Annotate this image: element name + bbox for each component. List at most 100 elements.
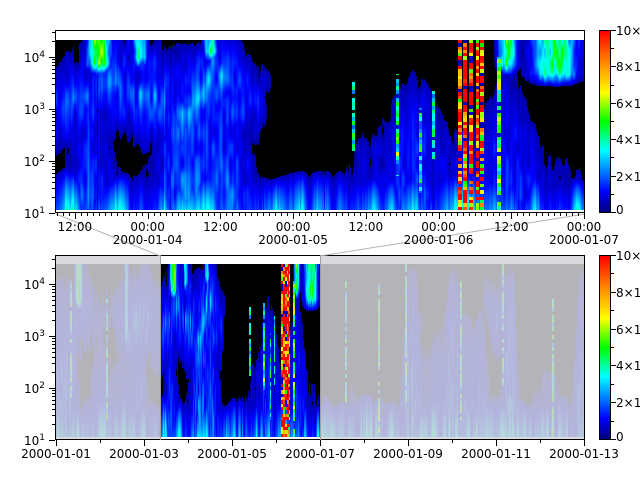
x-minor-tick xyxy=(469,213,470,216)
colorbar-tick-label: 4×107 xyxy=(616,131,640,147)
y-minor-tick xyxy=(52,166,55,167)
y-minor-tick xyxy=(52,78,55,79)
x-minor-tick xyxy=(342,213,343,216)
y-tick-label: 103 xyxy=(11,101,45,117)
x-minor-tick xyxy=(184,213,185,216)
y-minor-tick xyxy=(52,292,55,293)
y-minor-tick xyxy=(52,363,55,364)
y-tick-label: 103 xyxy=(11,328,45,344)
y-minor-tick xyxy=(52,84,55,85)
y-major-tick xyxy=(49,336,55,337)
colorbar-top xyxy=(599,30,611,213)
y-minor-tick xyxy=(52,424,55,425)
y-minor-tick xyxy=(52,173,55,174)
y-tick-label: 104 xyxy=(11,276,45,292)
y-tick-label: 104 xyxy=(11,49,45,65)
x-minor-tick xyxy=(311,213,312,216)
x-minor-tick xyxy=(487,213,488,216)
x-minor-tick xyxy=(548,213,549,216)
x-minor-tick xyxy=(517,213,518,216)
x-tick-label: 2000-01-07 xyxy=(275,448,365,461)
fade-overlay-right xyxy=(320,256,584,439)
x-minor-tick xyxy=(275,213,276,216)
x-minor-tick xyxy=(523,213,524,216)
y-major-tick xyxy=(49,284,55,285)
x-minor-tick xyxy=(364,440,365,443)
y-major-tick xyxy=(49,57,55,58)
x-minor-tick xyxy=(226,213,227,216)
x-minor-tick xyxy=(475,213,476,216)
x-minor-tick xyxy=(263,213,264,216)
x-tick-label: 00:002000-01-07 xyxy=(539,221,629,247)
x-major-tick xyxy=(232,440,233,446)
x-minor-tick xyxy=(239,213,240,216)
x-minor-tick xyxy=(402,213,403,216)
colorbar-tick-label: 2×107 xyxy=(616,168,640,184)
x-minor-tick xyxy=(499,213,500,216)
x-major-tick xyxy=(220,213,221,219)
x-minor-tick xyxy=(69,213,70,216)
y-minor-tick xyxy=(52,372,55,373)
detail-spectrogram-canvas[interactable] xyxy=(56,40,584,210)
x-minor-tick xyxy=(172,213,173,216)
colorbar-minor-tick xyxy=(611,85,614,86)
x-major-tick xyxy=(148,213,149,219)
x-minor-tick xyxy=(323,213,324,216)
x-minor-tick xyxy=(536,213,537,216)
colorbar-minor-tick xyxy=(611,121,614,122)
x-minor-tick xyxy=(142,213,143,216)
x-minor-tick xyxy=(208,213,209,216)
y-minor-tick xyxy=(52,114,55,115)
x-major-tick xyxy=(56,440,57,446)
y-minor-tick xyxy=(52,65,55,66)
y-minor-tick xyxy=(52,259,55,260)
x-major-tick xyxy=(366,213,367,219)
y-minor-tick xyxy=(52,59,55,60)
x-minor-tick xyxy=(81,213,82,216)
selection-region[interactable] xyxy=(160,255,320,440)
y-tick-label: 102 xyxy=(11,380,45,396)
y-minor-tick xyxy=(52,352,55,353)
y-minor-tick xyxy=(52,93,55,94)
x-minor-tick xyxy=(178,213,179,216)
y-minor-tick xyxy=(52,169,55,170)
y-minor-tick xyxy=(52,338,55,339)
x-minor-tick xyxy=(232,213,233,216)
x-major-tick xyxy=(320,440,321,446)
colorbar-minor-tick xyxy=(611,347,614,348)
x-minor-tick xyxy=(372,213,373,216)
x-minor-tick xyxy=(420,213,421,216)
x-minor-tick xyxy=(348,213,349,216)
colorbar-tick-label: 6×107 xyxy=(616,321,640,337)
x-minor-tick xyxy=(457,213,458,216)
y-minor-tick xyxy=(52,404,55,405)
x-minor-tick xyxy=(542,213,543,216)
colorbar-minor-tick xyxy=(611,194,614,195)
colorbar-bottom-gradient xyxy=(600,256,610,439)
colorbar-tick-label: 10×107 xyxy=(616,247,640,263)
colorbar-minor-tick xyxy=(611,421,614,422)
y-minor-tick xyxy=(52,415,55,416)
x-minor-tick xyxy=(481,213,482,216)
x-major-tick xyxy=(439,213,440,219)
x-minor-tick xyxy=(445,213,446,216)
y-major-tick xyxy=(49,388,55,389)
x-minor-tick xyxy=(214,213,215,216)
colorbar-minor-tick xyxy=(611,310,614,311)
x-minor-tick xyxy=(105,213,106,216)
y-minor-tick xyxy=(52,400,55,401)
x-tick-label: 2000-01-11 xyxy=(451,448,541,461)
x-minor-tick xyxy=(287,213,288,216)
y-minor-tick xyxy=(52,188,55,189)
colorbar-minor-tick xyxy=(611,48,614,49)
y-minor-tick xyxy=(52,121,55,122)
y-minor-tick xyxy=(52,32,55,33)
y-minor-tick xyxy=(52,286,55,287)
colorbar-minor-tick xyxy=(611,273,614,274)
colorbar-tick-label: 0 xyxy=(616,204,624,217)
y-minor-tick xyxy=(52,145,55,146)
x-minor-tick xyxy=(566,213,567,216)
x-tick-label: 2000-01-05 xyxy=(187,448,277,461)
x-minor-tick xyxy=(202,213,203,216)
x-minor-tick xyxy=(560,213,561,216)
